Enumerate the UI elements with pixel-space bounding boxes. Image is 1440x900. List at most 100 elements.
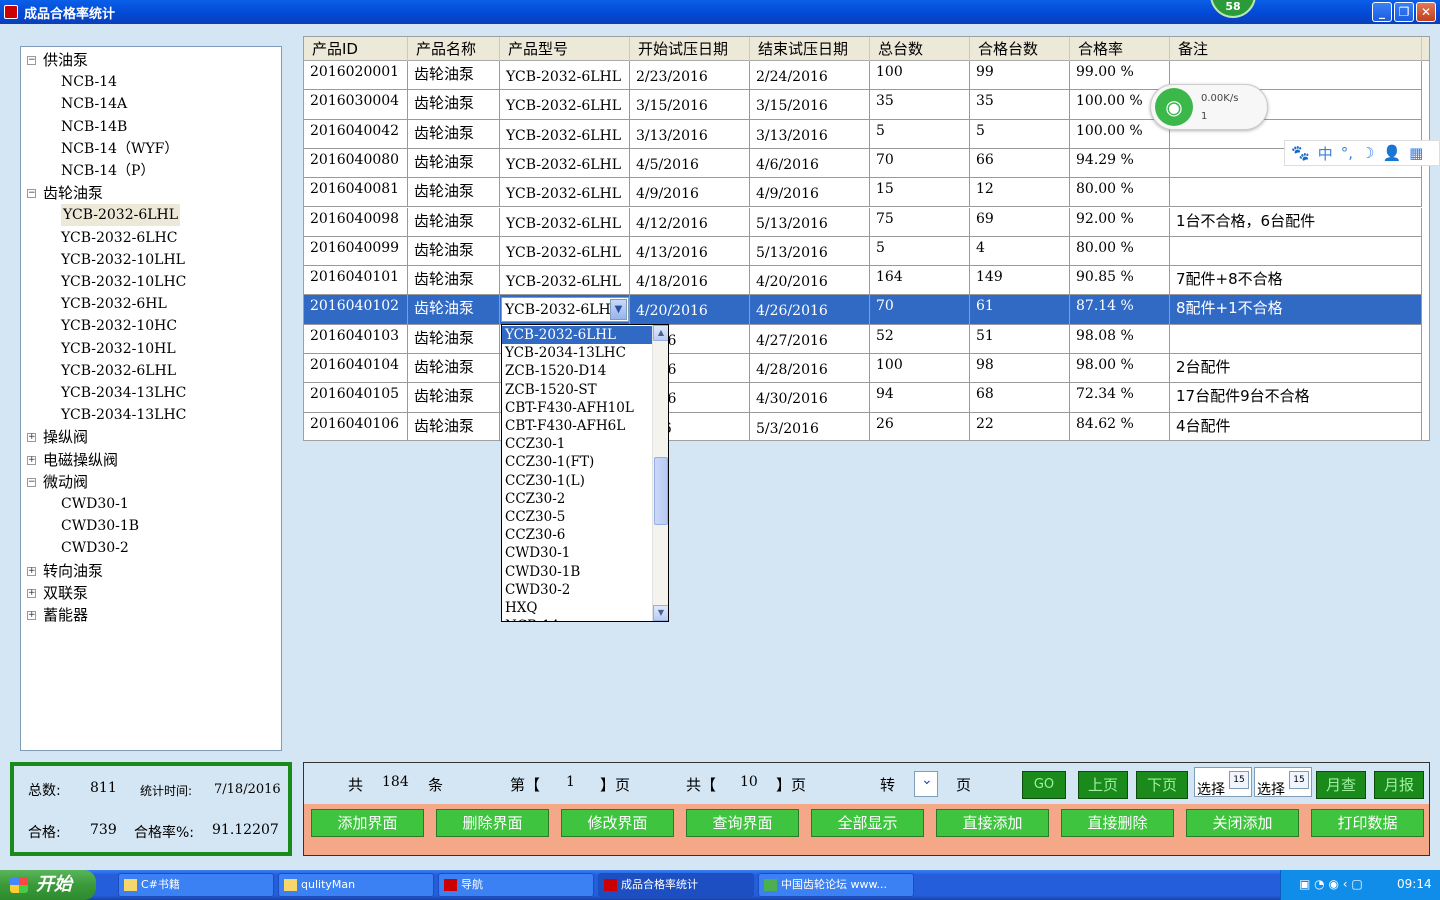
dropdown-option[interactable]: CCZ30-6 <box>502 526 653 544</box>
dropdown-option[interactable]: ZCB-1520-ST <box>502 381 653 399</box>
dropdown-option[interactable]: ZCB-1520-D14 <box>502 362 653 380</box>
table-cell[interactable]: 3/15/2016 <box>630 90 750 119</box>
action-button[interactable]: 修改界面 <box>561 809 674 837</box>
table-cell[interactable]: 2016040080 <box>304 148 408 178</box>
table-cell[interactable]: 4/28/2016 <box>750 354 870 383</box>
scroll-up-icon[interactable]: ▲ <box>653 325 668 341</box>
table-cell[interactable]: 4/6/2016 <box>750 148 870 178</box>
taskbar-item[interactable]: qulityMan <box>278 873 434 897</box>
table-cell[interactable]: 100.00 % <box>1070 119 1170 148</box>
action-button[interactable]: 查询界面 <box>686 809 799 837</box>
tree-node-4[interactable]: 微动阀 <box>43 471 88 493</box>
table-cell[interactable]: 齿轮油泵 <box>408 61 500 90</box>
tree-leaf[interactable]: YCB-2032-10HL <box>61 338 176 360</box>
table-row[interactable]: 2016040106齿轮油泵20165/3/2016262284.62 %4台配… <box>304 412 1422 440</box>
table-row[interactable]: 2016040080 齿轮油泵 YCB-2032-6LHL 4/5/2016 4/6/2… <box>304 148 1422 179</box>
tree-node-0[interactable]: 供油泵 <box>43 49 88 71</box>
table-cell[interactable]: YCB-2032-6LHL <box>500 178 630 207</box>
table-cell[interactable]: 51 <box>970 324 1070 353</box>
table-cell[interactable]: 3/15/2016 <box>750 90 870 119</box>
tree-leaf[interactable]: NCB-14（P） <box>61 160 154 182</box>
start-button[interactable]: 开始 <box>0 870 96 900</box>
table-cell[interactable]: 5 <box>970 119 1070 148</box>
dropdown-option[interactable]: CCZ30-1 <box>502 435 653 453</box>
table-cell[interactable]: 2016030004 <box>304 90 408 119</box>
table-cell[interactable]: 4/5/2016 <box>630 148 750 178</box>
table-cell[interactable]: 84.62 % <box>1070 412 1170 440</box>
column-header[interactable]: 产品ID <box>304 37 408 61</box>
table-cell[interactable]: 7配件+8不合格 <box>1170 266 1422 295</box>
table-cell[interactable]: 2016040098 <box>304 207 408 236</box>
column-header[interactable]: 产品型号 <box>500 37 630 61</box>
table-cell[interactable] <box>1170 178 1422 207</box>
table-cell[interactable]: 70 <box>870 295 970 324</box>
collapse-icon[interactable]: − <box>27 56 36 65</box>
table-cell[interactable]: 4/20/2016 <box>750 266 870 295</box>
table-cell[interactable]: 齿轮油泵 <box>408 324 500 353</box>
table-cell[interactable]: YCB-2032-6LHL <box>500 266 630 295</box>
dropdown-option[interactable]: CCZ30-1(L) <box>502 472 653 490</box>
column-header[interactable]: 备注 <box>1170 37 1422 61</box>
table-cell[interactable]: 98.08 % <box>1070 324 1170 353</box>
ime-icon[interactable]: 👤 <box>1382 144 1401 162</box>
dropdown-option[interactable]: NCB-14 <box>502 617 653 621</box>
tree-leaf[interactable]: NCB-14B <box>61 116 127 138</box>
table-cell[interactable]: 35 <box>970 90 1070 119</box>
scroll-down-icon[interactable]: ▼ <box>653 605 668 621</box>
table-cell[interactable]: 164 <box>870 266 970 295</box>
tree-node-6[interactable]: 双联泵 <box>43 582 88 604</box>
dropdown-option[interactable]: HXQ <box>502 599 653 617</box>
tree-node-3[interactable]: 电磁操纵阀 <box>43 449 118 471</box>
table-cell[interactable]: YCB-2032-6LHL <box>500 61 630 90</box>
table-cell[interactable]: 99.00 % <box>1070 61 1170 90</box>
table-cell[interactable]: 80.00 % <box>1070 236 1170 266</box>
table-cell[interactable]: 齿轮油泵 <box>408 412 500 440</box>
table-cell[interactable]: 98.00 % <box>1070 354 1170 383</box>
table-cell[interactable] <box>1170 324 1422 353</box>
maximize-button[interactable]: ❐ <box>1394 2 1414 22</box>
action-button[interactable]: 添加界面 <box>311 809 424 837</box>
table-cell[interactable]: 35 <box>870 90 970 119</box>
table-cell[interactable]: 4 <box>970 236 1070 266</box>
dropdown-option[interactable]: YCB-2032-6LHL <box>502 326 653 345</box>
expand-icon[interactable]: + <box>27 433 36 443</box>
table-cell[interactable]: YCB-2032-6LHL <box>500 119 630 148</box>
table-cell[interactable]: 2/24/2016 <box>750 61 870 90</box>
ime-icon[interactable]: 中 <box>1318 143 1333 164</box>
table-row[interactable]: 2016040081 齿轮油泵 YCB-2032-6LHL 4/9/2016 4/9/2… <box>304 178 1422 208</box>
table-cell[interactable]: 齿轮油泵 <box>408 90 500 119</box>
table-row[interactable]: 2016040098 齿轮油泵 YCB-2032-6LHL 4/12/2016 5/13… <box>304 207 1422 237</box>
table-cell[interactable]: 75 <box>870 207 970 236</box>
goto-page-combo[interactable] <box>914 771 938 797</box>
ime-icon[interactable]: 🐾 <box>1291 144 1310 162</box>
table-cell[interactable]: 4/20/2016 <box>630 295 750 324</box>
dropdown-option[interactable]: CBT-F430-AFH6L <box>502 417 653 435</box>
table-cell[interactable]: 2016040103 <box>304 324 408 353</box>
table-cell[interactable]: 69 <box>970 207 1070 236</box>
taskbar-item[interactable]: 中国齿轮论坛 www... <box>758 873 914 897</box>
table-cell[interactable]: 5/3/2016 <box>750 412 870 440</box>
action-button[interactable]: 全部显示 <box>811 809 924 837</box>
calendar-icon[interactable]: 15 <box>1229 771 1249 789</box>
tree-leaf[interactable]: CWD30-1B <box>61 515 139 537</box>
table-cell[interactable]: 齿轮油泵 <box>408 295 500 324</box>
calendar-icon[interactable]: 15 <box>1289 771 1309 789</box>
wifi-widget[interactable]: ◉ 0.00K/s 1 <box>1150 84 1268 130</box>
table-cell[interactable]: 61 <box>970 295 1070 324</box>
tree-leaf[interactable]: YCB-2032-10HC <box>61 315 177 337</box>
table-cell[interactable]: 齿轮油泵 <box>408 266 500 295</box>
tree-node-1[interactable]: 齿轮油泵 <box>43 182 103 204</box>
table-cell[interactable]: 5 <box>870 119 970 148</box>
action-button[interactable]: 删除界面 <box>436 809 549 837</box>
column-header[interactable]: 开始试压日期 <box>630 37 750 61</box>
column-header[interactable]: 结束试压日期 <box>750 37 870 61</box>
table-cell[interactable]: 5/13/2016 <box>750 207 870 236</box>
table-cell[interactable]: 4/13/2016 <box>630 236 750 266</box>
action-button[interactable]: 关闭添加 <box>1186 809 1299 837</box>
column-header[interactable]: 产品名称 <box>408 37 500 61</box>
column-header[interactable]: 总台数 <box>870 37 970 61</box>
dropdown-option[interactable]: YCB-2034-13LHC <box>502 344 653 362</box>
table-cell[interactable]: 70 <box>870 148 970 178</box>
go-button[interactable]: GO <box>1022 771 1066 799</box>
chevron-down-icon[interactable]: ▼ <box>610 299 627 320</box>
